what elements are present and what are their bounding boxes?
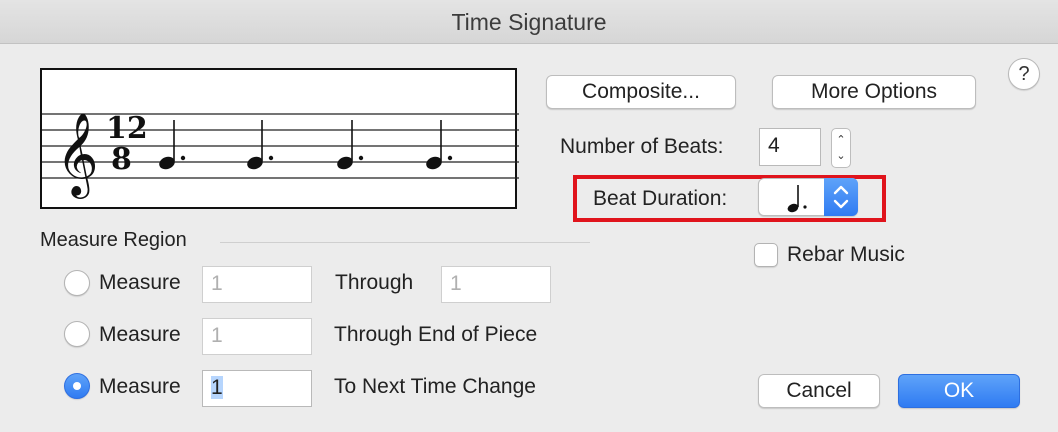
measure-to-end-radio[interactable]: [64, 321, 90, 347]
measure-range-radio[interactable]: [64, 270, 90, 296]
cancel-button[interactable]: Cancel: [758, 374, 880, 408]
help-button[interactable]: ?: [1008, 58, 1040, 90]
measure-from-field[interactable]: 1: [202, 266, 312, 303]
more-options-button[interactable]: More Options: [772, 75, 976, 109]
number-of-beats-label: Number of Beats:: [560, 135, 724, 158]
to-next-time-change-label: To Next Time Change: [334, 375, 536, 398]
window-title: Time Signature: [451, 9, 607, 35]
popup-arrows-icon[interactable]: [824, 178, 858, 216]
treble-clef-icon: 𝄞: [56, 111, 99, 199]
through-end-of-piece-label: Through End of Piece: [334, 323, 538, 346]
measure-label[interactable]: Measure: [99, 375, 181, 399]
staff-preview-svg: 𝄞 12 8: [42, 111, 519, 199]
dotted-quarter-note-icon: [787, 185, 807, 213]
measure-from-value: 1: [211, 376, 223, 399]
measure-from-field[interactable]: 1: [202, 318, 312, 355]
measure-next-change-radio[interactable]: [64, 373, 90, 399]
measure-region-divider: [220, 242, 590, 243]
chevron-down-icon[interactable]: ⌄: [835, 151, 847, 162]
composite-button[interactable]: Composite...: [546, 75, 736, 109]
number-of-beats-field[interactable]: 4: [759, 128, 821, 166]
title-bar: Time Signature: [0, 0, 1058, 44]
chevron-up-icon[interactable]: ⌃: [835, 135, 847, 146]
measure-label[interactable]: Measure: [99, 323, 181, 347]
measure-label[interactable]: Measure: [99, 271, 181, 295]
rebar-music-checkbox[interactable]: [754, 243, 778, 267]
number-of-beats-stepper[interactable]: ⌃ ⌄: [831, 128, 851, 168]
measure-from-field-active[interactable]: 1: [202, 370, 312, 407]
time-signature-numerator: 12: [106, 111, 148, 146]
time-signature-denominator: 8: [111, 142, 132, 177]
ok-button[interactable]: OK: [898, 374, 1020, 408]
rebar-music-label[interactable]: Rebar Music: [787, 243, 905, 267]
measure-through-field[interactable]: 1: [441, 266, 551, 303]
time-signature-preview: 𝄞 12 8: [40, 68, 519, 209]
beat-duration-popup[interactable]: [758, 178, 858, 216]
through-label: Through: [335, 271, 414, 294]
measure-region-title: Measure Region: [40, 229, 187, 251]
beat-duration-label: Beat Duration:: [593, 187, 728, 210]
